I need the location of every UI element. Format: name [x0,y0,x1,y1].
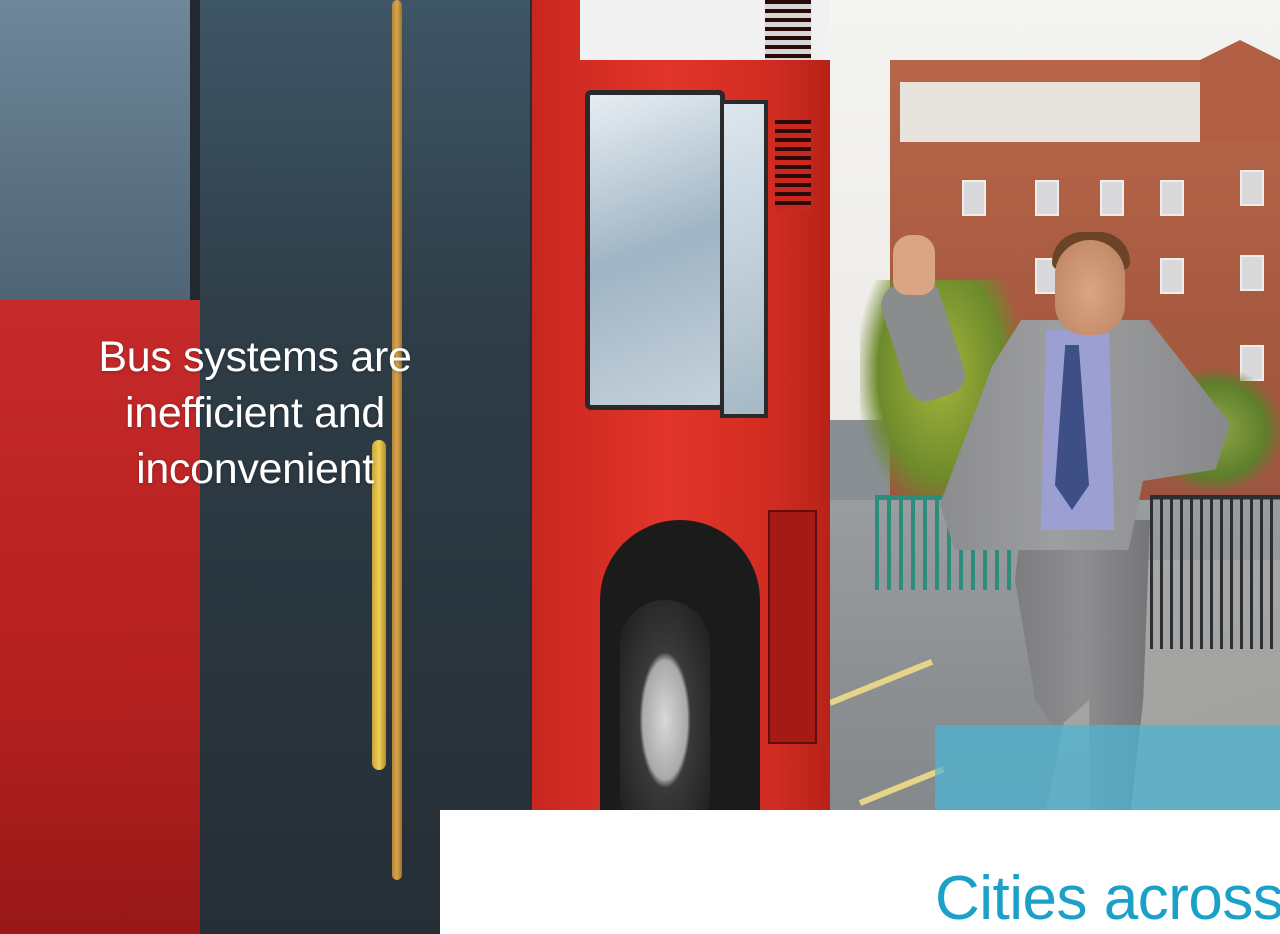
bus-panel [768,510,817,744]
bus-window [720,100,768,418]
building-window [1160,258,1184,294]
building-window [1240,255,1264,291]
face [1055,240,1125,335]
accent-block [935,725,1280,810]
caption-line: inefficient and [124,388,386,437]
raised-hand [893,235,935,295]
bus-side-window [0,0,190,300]
bus-vent [775,120,811,210]
building-window [1035,180,1059,216]
building-window [962,180,986,216]
bus-vent [765,0,811,60]
bus-window [585,90,725,410]
headline: Cities across [935,864,1280,933]
black-railing [1150,495,1280,649]
caption-line: Bus systems are [98,333,412,381]
building-window [1100,180,1124,216]
building-roof [900,82,1200,142]
bus-wheel [620,600,710,840]
building-window [1240,170,1264,206]
caption-line: inconvenient [136,444,374,493]
building-window [1160,180,1184,216]
slide: Bus systems are inefficient and inconven… [0,0,1280,934]
overlay-caption: Bus systems are inefficient and inconven… [50,330,460,498]
building-gable [1200,40,1280,140]
